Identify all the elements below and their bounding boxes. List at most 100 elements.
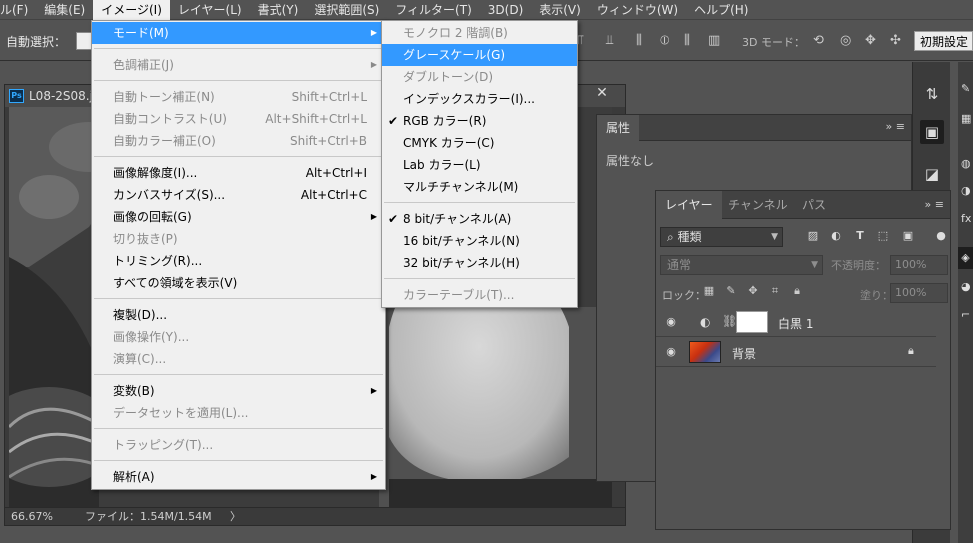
lock-all-icon[interactable]: 🔒︎	[790, 284, 804, 298]
layer-mask-thumbnail[interactable]	[736, 311, 768, 333]
layers-panel: レイヤー チャンネル パス » ≡ ⌕ 種類 ▼ ▨ ◐ T ⬚ ▣ ● 通常 …	[655, 190, 951, 530]
menu-item-reveal-all[interactable]: すべての領域を表示(V)	[92, 272, 385, 294]
menu-item-mode[interactable]: モード(M) ▶	[92, 22, 385, 44]
menu-layer[interactable]: レイヤー(L)	[170, 0, 250, 20]
menu-item-indexed-color[interactable]: インデックスカラー(I)...	[382, 88, 577, 110]
menu-item-analysis[interactable]: 解析(A) ▶	[92, 466, 385, 488]
menu-item-trap[interactable]: トラッピング(T)...	[92, 434, 385, 456]
panel-menu-icon[interactable]: » ≡	[886, 120, 905, 133]
properties-icon[interactable]: ▣	[920, 120, 944, 144]
menu-filter[interactable]: フィルター(T)	[387, 0, 479, 20]
workspace-preset[interactable]: 初期設定	[914, 31, 973, 51]
properties-tab-row: 属性 » ≡	[597, 115, 911, 141]
3d-pan-icon[interactable]: ✥	[865, 33, 876, 48]
menu-type[interactable]: 書式(Y)	[250, 0, 307, 20]
tab-layers[interactable]: レイヤー	[656, 191, 722, 219]
menu-item-multichannel[interactable]: マルチチャンネル(M)	[382, 176, 577, 198]
distribute-center-icon[interactable]: ⦶	[660, 33, 669, 48]
filter-pixel-icon[interactable]: ▨	[806, 229, 820, 243]
opacity-input[interactable]: 100%	[890, 255, 948, 275]
menu-view[interactable]: 表示(V)	[531, 0, 589, 20]
menu-item-duplicate[interactable]: 複製(D)...	[92, 304, 385, 326]
chevron-down-icon: ▼	[771, 232, 778, 242]
menu-image[interactable]: イメージ(I)	[93, 0, 170, 20]
distribute-left-icon[interactable]: ⫼	[636, 33, 642, 48]
menu-item-variables[interactable]: 変数(B) ▶	[92, 380, 385, 402]
menu-item-crop[interactable]: 切り抜き(P)	[92, 228, 385, 250]
menu-item-calculations[interactable]: 演算(C)...	[92, 348, 385, 370]
menu-file[interactable]: ル(F)	[0, 0, 36, 20]
zoom-level[interactable]: 66.67%	[11, 508, 53, 526]
tab-paths[interactable]: パス	[793, 191, 835, 219]
layer-row-background[interactable]: ◉ 背景 🔒︎	[656, 337, 936, 367]
3d-slide-icon[interactable]: ✣	[890, 33, 901, 48]
menu-item-8bit[interactable]: ✔ 8 bit/チャンネル(A)	[382, 208, 577, 230]
menu-item-canvas-size[interactable]: カンバスサイズ(S)... Alt+Ctrl+C	[92, 184, 385, 206]
menu-3d[interactable]: 3D(D)	[480, 0, 531, 20]
menu-item-trim[interactable]: トリミング(R)...	[92, 250, 385, 272]
brush-icon[interactable]: ✎	[961, 82, 970, 95]
3d-rotate-icon[interactable]: ⟲	[813, 33, 824, 48]
menu-item-adjustments[interactable]: 色調補正(J) ▶	[92, 54, 385, 76]
menu-item-rgb[interactable]: ✔ RGB カラー(R)	[382, 110, 577, 132]
menu-bar: ル(F) 編集(E) イメージ(I) レイヤー(L) 書式(Y) 選択範囲(S)…	[0, 0, 973, 20]
menu-item-auto-tone[interactable]: 自動トーン補正(N) Shift+Ctrl+L	[92, 86, 385, 108]
distribute-right-icon[interactable]: ⫼	[684, 33, 690, 48]
color-icon[interactable]: ◑	[961, 184, 971, 197]
close-document-icon[interactable]: ✕	[588, 84, 616, 102]
menu-item-apply-dataset[interactable]: データセットを適用(L)...	[92, 402, 385, 424]
libraries-icon[interactable]: ◍	[961, 157, 971, 170]
eye-icon[interactable]: ◉	[664, 315, 678, 329]
blend-mode-dropdown[interactable]: 通常 ▼	[660, 255, 823, 275]
filter-smartobject-icon[interactable]: ▣	[901, 229, 915, 243]
menu-item-auto-contrast[interactable]: 自動コントラスト(U) Alt+Shift+Ctrl+L	[92, 108, 385, 130]
channels-icon[interactable]: ◕	[961, 280, 971, 293]
filter-shape-icon[interactable]: ⬚	[876, 229, 890, 243]
filter-type-icon[interactable]: T	[853, 229, 867, 243]
menu-item-grayscale[interactable]: グレースケール(G)	[382, 44, 577, 66]
paths-icon[interactable]: ⌐	[961, 308, 970, 321]
fill-input[interactable]: 100%	[890, 283, 948, 303]
menu-help[interactable]: ヘルプ(H)	[686, 0, 756, 20]
tab-channels[interactable]: チャンネル	[719, 191, 797, 219]
menu-item-image-size[interactable]: 画像解像度(I)... Alt+Ctrl+I	[92, 162, 385, 184]
menu-window[interactable]: ウィンドウ(W)	[589, 0, 686, 20]
styles-icon[interactable]: fx	[961, 212, 971, 225]
layers-tab-row: レイヤー チャンネル パス » ≡	[656, 191, 950, 219]
layers-panel-menu-icon[interactable]: » ≡	[925, 198, 944, 211]
menu-item-bitmap[interactable]: モノクロ 2 階調(B)	[382, 22, 577, 44]
menu-item-apply-image[interactable]: 画像操作(Y)...	[92, 326, 385, 348]
3d-roll-icon[interactable]: ◎	[840, 33, 851, 48]
auto-align-icon[interactable]: ▥	[708, 33, 720, 48]
filter-toggle-icon[interactable]: ●	[934, 229, 948, 243]
align-bottom-icon[interactable]: ⫫	[606, 33, 613, 48]
menu-item-image-rotation[interactable]: 画像の回転(G) ▶	[92, 206, 385, 228]
link-icon[interactable]: ⛓	[722, 314, 737, 328]
layer-filter-dropdown[interactable]: ⌕ 種類 ▼	[660, 227, 783, 247]
menu-edit[interactable]: 編集(E)	[36, 0, 93, 20]
tab-properties[interactable]: 属性	[597, 115, 640, 141]
adjustments-icon[interactable]: ◪	[920, 162, 944, 186]
menu-item-auto-color[interactable]: 自動カラー補正(O) Shift+Ctrl+B	[92, 130, 385, 152]
grid-icon[interactable]: ▦	[961, 112, 971, 125]
lock-artboard-icon[interactable]: ⌗	[768, 284, 782, 298]
3d-mode-label: 3D モード：	[742, 36, 805, 49]
menu-select[interactable]: 選択範囲(S)	[306, 0, 387, 20]
lock-position-icon[interactable]: ✥	[746, 284, 760, 298]
status-menu-arrow-icon[interactable]: 〉	[230, 508, 241, 526]
lock-transparency-icon[interactable]: ▦	[702, 284, 716, 298]
menu-item-duotone[interactable]: ダブルトーン(D)	[382, 66, 577, 88]
filter-label: 種類	[677, 230, 702, 244]
filter-adjustment-icon[interactable]: ◐	[829, 229, 843, 243]
menu-item-cmyk[interactable]: CMYK カラー(C)	[382, 132, 577, 154]
lock-image-icon[interactable]: ✎	[724, 284, 738, 298]
layer-row-bw[interactable]: ◉ ◐ ⛓ 白黒 1	[656, 307, 936, 337]
eye-icon[interactable]: ◉	[664, 345, 678, 359]
menu-item-32bit[interactable]: 32 bit/チャンネル(H)	[382, 252, 577, 274]
search-icon: ⌕	[667, 230, 678, 244]
history-icon[interactable]: ⇅	[920, 82, 944, 106]
layers-panel-icon[interactable]: ◈	[958, 247, 973, 269]
menu-item-16bit[interactable]: 16 bit/チャンネル(N)	[382, 230, 577, 252]
menu-item-color-table[interactable]: カラーテーブル(T)...	[382, 284, 577, 306]
menu-item-lab[interactable]: Lab カラー(L)	[382, 154, 577, 176]
